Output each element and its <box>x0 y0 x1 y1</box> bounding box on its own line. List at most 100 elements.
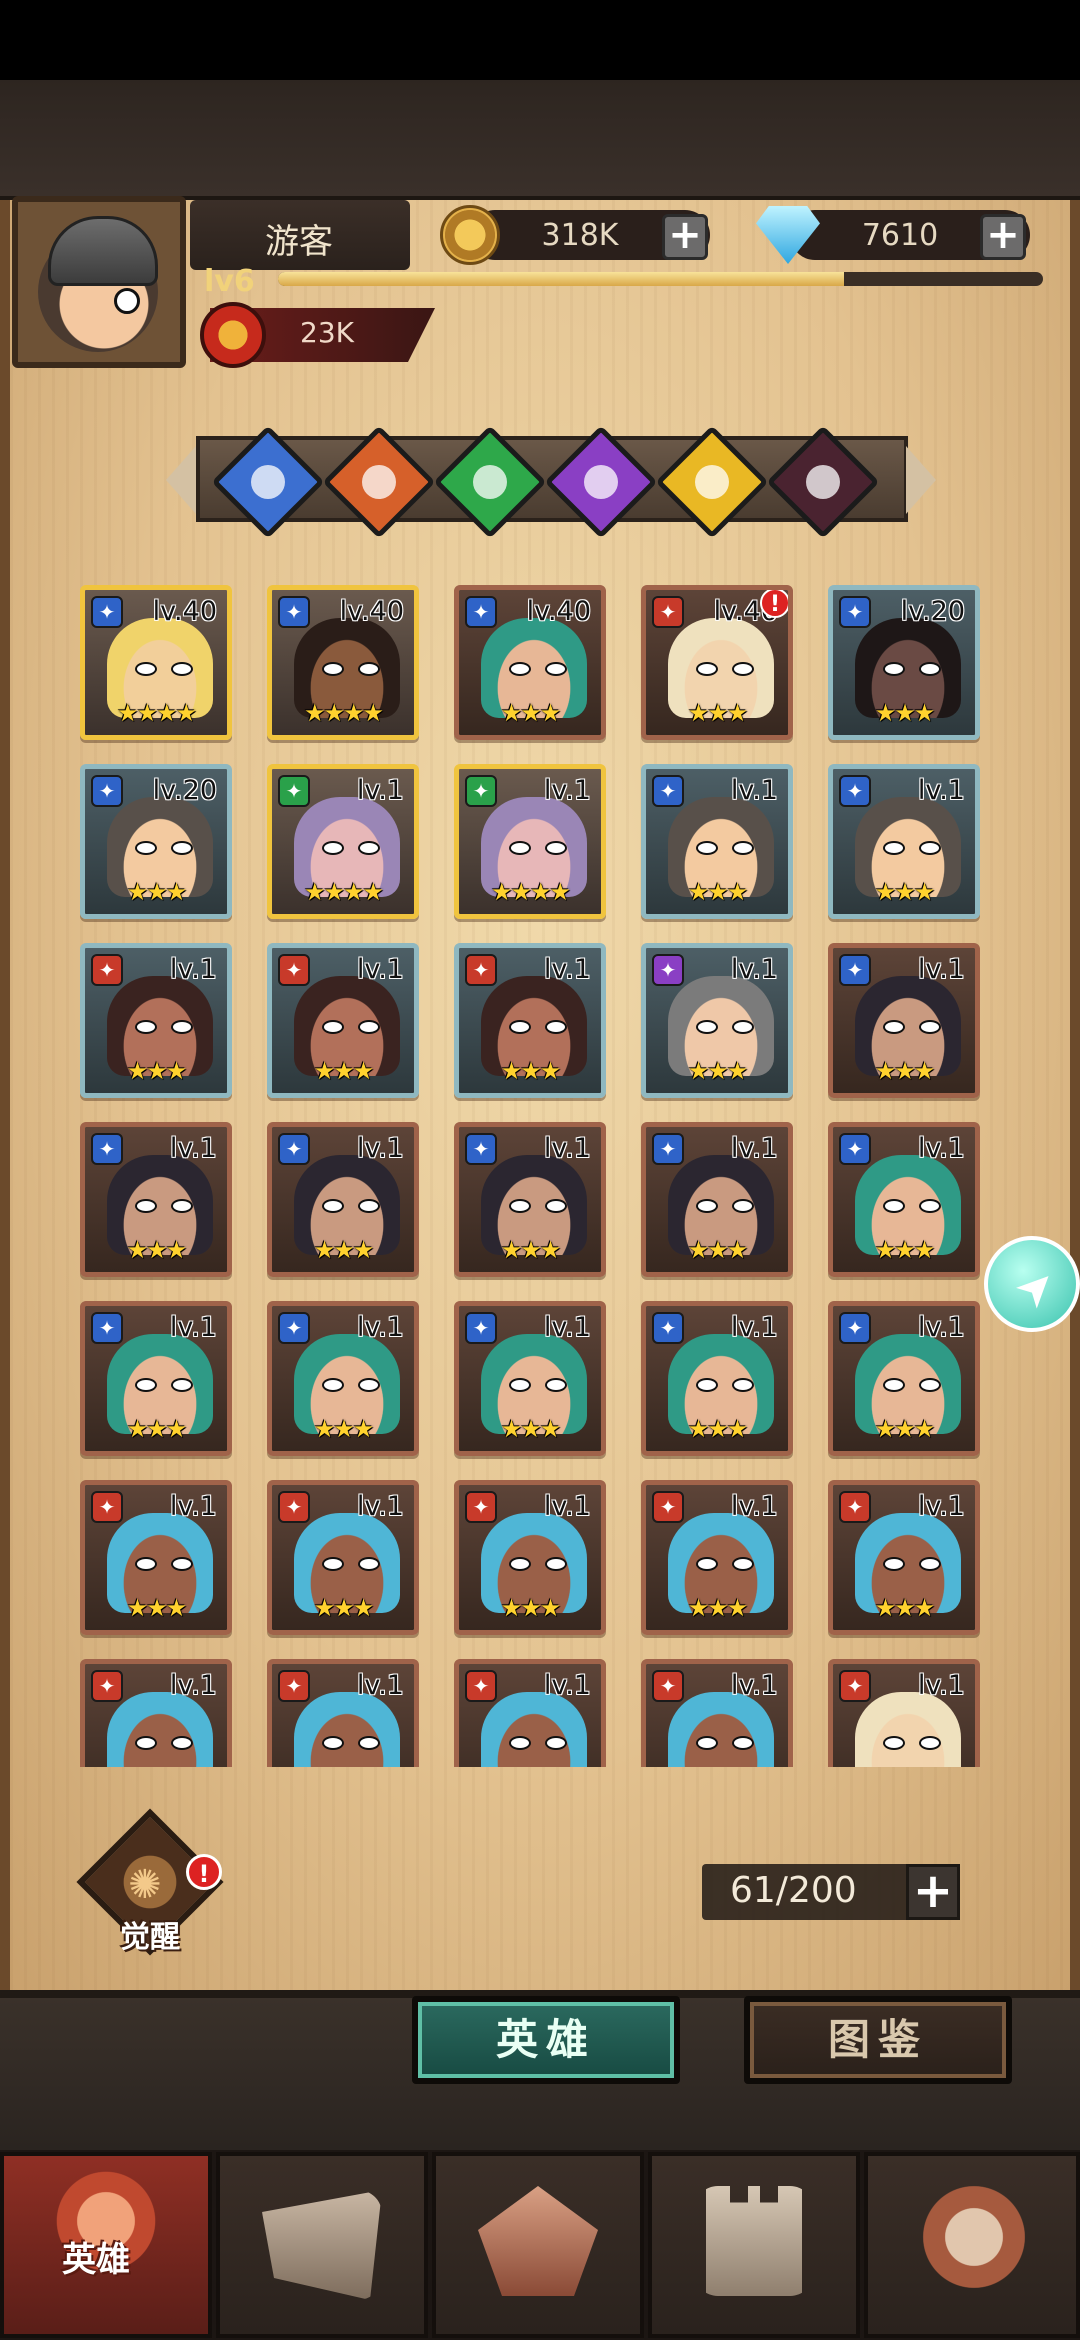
hero-eye <box>732 1736 754 1750</box>
hero-level: lv.1 <box>356 775 404 806</box>
hero-card[interactable]: ✦ lv.1 ★★★ <box>641 1122 793 1277</box>
hero-card[interactable]: ✦ lv.1 <box>828 1659 980 1767</box>
hero-stars: ★★★ <box>687 699 749 727</box>
hero-eye <box>883 1020 905 1034</box>
hero-card[interactable]: ✦ lv.1 ★★★ <box>454 1122 606 1277</box>
hero-class-icon: ✦ <box>278 1491 310 1523</box>
hero-card[interactable]: ✦ lv.1 ★★★ <box>641 943 793 1098</box>
status-bar <box>0 0 1080 80</box>
hero-card[interactable]: ✦ lv.20 ★★★ <box>828 585 980 740</box>
hero-eye <box>322 1020 344 1034</box>
hero-level: lv.1 <box>730 775 778 806</box>
hero-eye <box>883 1378 905 1392</box>
hero-eye <box>696 1557 718 1571</box>
hero-card[interactable]: ✦ lv.1 ★★★ <box>80 1122 232 1277</box>
hero-eye <box>883 1736 905 1750</box>
hero-card[interactable]: ✦ lv.1 ★★★ <box>828 1480 980 1635</box>
hero-eye <box>919 841 941 855</box>
hero-card[interactable]: ✦ lv.1 ★★★ <box>80 1301 232 1456</box>
tab-heroes[interactable]: 英雄 <box>412 1996 680 2084</box>
hero-level: lv.1 <box>169 1491 217 1522</box>
hero-level: lv.1 <box>356 1491 404 1522</box>
hero-class-icon: ✦ <box>839 1670 871 1702</box>
hero-alert-badge: ! <box>760 590 788 618</box>
hero-card[interactable]: ✦ lv.1 <box>80 1659 232 1767</box>
hero-stars: ★★★ <box>126 1236 188 1264</box>
hero-card[interactable]: ✦ lv.1 ★★★ <box>454 1480 606 1635</box>
rocket-icon: ➤ <box>1002 1254 1068 1320</box>
add-gold-button[interactable]: + <box>662 214 708 260</box>
hero-card[interactable]: ✦ lv.1 ★★★ <box>641 764 793 919</box>
hero-level: lv.1 <box>543 775 591 806</box>
hero-card[interactable]: ✦ lv.1 ★★★ <box>454 1301 606 1456</box>
hero-card[interactable]: ✦ lv.40 ★★★ <box>454 585 606 740</box>
hero-card[interactable]: ✦ lv.40 ★★★! <box>641 585 793 740</box>
hero-portrait <box>855 1692 961 1767</box>
hero-stars: ★★★ <box>313 1236 375 1264</box>
hero-card[interactable]: ✦ lv.40 ★★★★ <box>80 585 232 740</box>
hero-level: lv.1 <box>917 775 965 806</box>
player-avatar[interactable] <box>12 196 186 368</box>
hero-card[interactable]: ✦ lv.1 ★★★ <box>267 1301 419 1456</box>
hero-level: lv.1 <box>543 1312 591 1343</box>
avatar-eye <box>114 288 140 314</box>
element-symbol <box>354 457 404 507</box>
hero-stars: ★★★ <box>874 1594 936 1622</box>
hero-card[interactable]: ✦ lv.1 ★★★ <box>828 764 980 919</box>
hero-eye <box>919 1020 941 1034</box>
hero-level: lv.1 <box>543 1670 591 1701</box>
hero-card[interactable]: ✦ lv.1 ★★★ <box>828 1301 980 1456</box>
hero-level: lv.1 <box>730 1133 778 1164</box>
hero-eye <box>171 1736 193 1750</box>
hero-eye <box>358 1557 380 1571</box>
hero-card[interactable]: ✦ lv.1 ★★★ <box>267 1480 419 1635</box>
rocket-shortcut-button[interactable]: ➤ <box>984 1236 1080 1332</box>
hero-card[interactable]: ✦ lv.1 ★★★★ <box>454 764 606 919</box>
elements-right-arrow-icon <box>906 446 936 514</box>
hero-card[interactable]: ✦ lv.1 ★★★ <box>454 943 606 1098</box>
hero-stars: ★★★★ <box>116 699 197 727</box>
hero-card[interactable]: ✦ lv.1 <box>267 1659 419 1767</box>
awaken-label[interactable]: 觉醒 <box>120 1912 180 1956</box>
hero-card[interactable]: ✦ lv.40 ★★★★ <box>267 585 419 740</box>
hero-level: lv.1 <box>169 1133 217 1164</box>
hero-card[interactable]: ✦ lv.1 <box>641 1659 793 1767</box>
hero-card[interactable]: ✦ lv.1 ★★★ <box>267 1122 419 1277</box>
element-symbol <box>465 457 515 507</box>
hero-class-icon: ✦ <box>278 954 310 986</box>
hero-level: lv.1 <box>730 1312 778 1343</box>
hero-level: lv.20 <box>152 775 217 806</box>
tab-codex[interactable]: 图鉴 <box>744 1996 1012 2084</box>
hero-stars: ★★★★ <box>303 699 384 727</box>
hero-eye <box>358 1020 380 1034</box>
hero-card[interactable]: ✦ lv.1 ★★★ <box>641 1480 793 1635</box>
hero-card[interactable]: ✦ lv.1 <box>454 1659 606 1767</box>
hero-card[interactable]: ✦ lv.1 ★★★ <box>828 943 980 1098</box>
hero-card[interactable]: ✦ lv.20 ★★★ <box>80 764 232 919</box>
hero-class-icon: ✦ <box>278 1312 310 1344</box>
hero-stars: ★★★ <box>687 878 749 906</box>
hero-eye <box>171 662 193 676</box>
top-band <box>0 80 1080 200</box>
hero-eye <box>696 1736 718 1750</box>
hero-card[interactable]: ✦ lv.1 ★★★ <box>828 1122 980 1277</box>
hero-card[interactable]: ✦ lv.1 ★★★★ <box>267 764 419 919</box>
power-fist-icon <box>200 302 266 368</box>
hero-class-icon: ✦ <box>465 1312 497 1344</box>
hero-card[interactable]: ✦ lv.1 ★★★ <box>80 943 232 1098</box>
hero-card[interactable]: ✦ lv.1 ★★★ <box>80 1480 232 1635</box>
hero-eye <box>322 1378 344 1392</box>
hero-eye <box>732 1020 754 1034</box>
hero-card[interactable]: ✦ lv.1 ★★★ <box>267 943 419 1098</box>
hero-eye <box>883 841 905 855</box>
hero-stars: ★★★ <box>687 1236 749 1264</box>
hero-stars: ★★★ <box>874 1057 936 1085</box>
hero-stars: ★★★ <box>687 1057 749 1085</box>
hero-stars: ★★★ <box>126 1057 188 1085</box>
expand-capacity-button[interactable]: + <box>906 1864 960 1920</box>
hero-eye <box>545 1736 567 1750</box>
hero-card[interactable]: ✦ lv.1 ★★★ <box>641 1301 793 1456</box>
hero-eye <box>696 1020 718 1034</box>
add-diamond-button[interactable]: + <box>980 214 1026 260</box>
hero-eye <box>919 1557 941 1571</box>
